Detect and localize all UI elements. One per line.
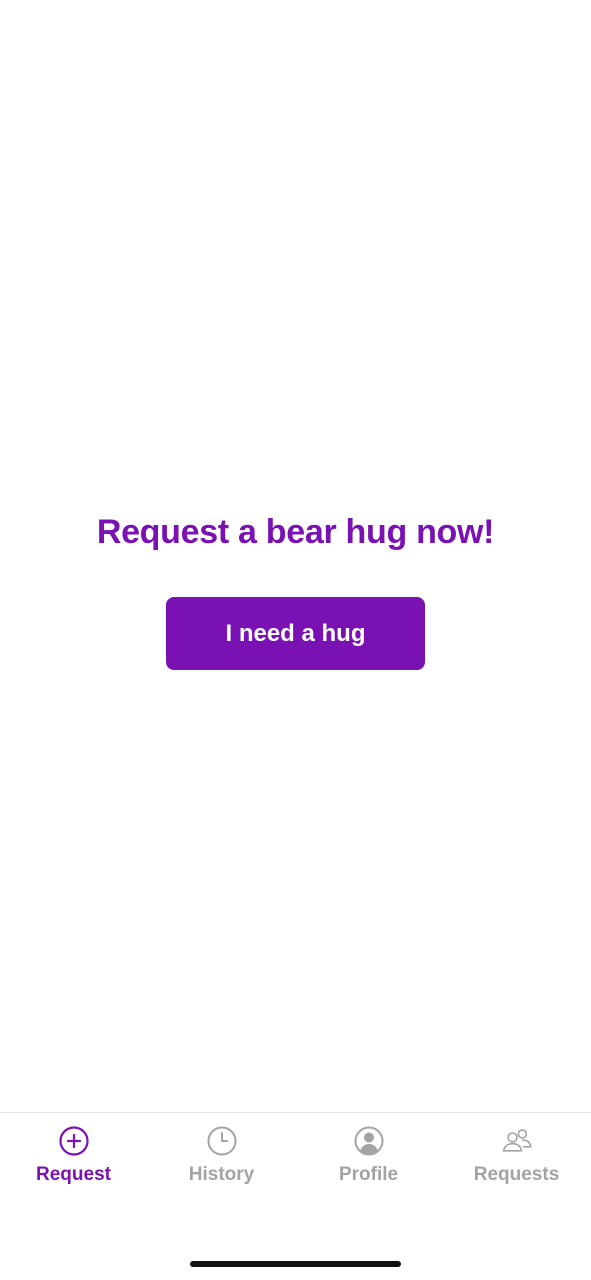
plus-circle-icon: [58, 1126, 89, 1156]
need-hug-button[interactable]: I need a hug: [166, 597, 425, 670]
home-indicator[interactable]: [190, 1261, 401, 1267]
tab-request[interactable]: Request: [0, 1125, 147, 1201]
tab-profile[interactable]: Profile: [295, 1125, 442, 1201]
main-content: Request a bear hug now! I need a hug: [0, 0, 591, 1112]
user-circle-icon: [354, 1126, 383, 1156]
tab-requests[interactable]: Requests: [443, 1125, 590, 1201]
page-title: Request a bear hug now!: [96, 513, 495, 551]
app-screen: Request a bear hug now! I need a hug Req…: [0, 0, 591, 1280]
tab-label: Requests: [473, 1164, 560, 1185]
tab-label: History: [188, 1164, 255, 1185]
tab-label: Profile: [338, 1164, 399, 1185]
users-icon: [502, 1129, 532, 1152]
tab-label: Request: [36, 1164, 111, 1185]
bottom-tab-bar: Request History Profile Requests: [0, 1112, 591, 1280]
tab-history[interactable]: History: [148, 1125, 295, 1201]
clock-icon: [207, 1126, 236, 1156]
